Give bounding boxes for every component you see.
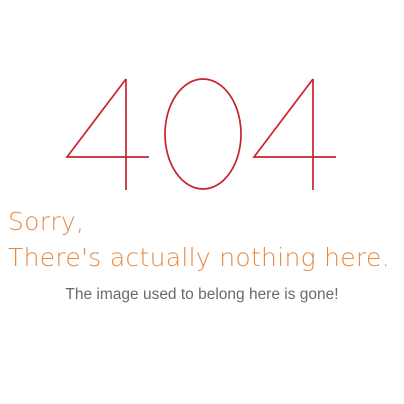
digit-zero — [164, 78, 242, 190]
nothing-here-line: There's actually nothing here. — [8, 243, 390, 272]
error-code-graphic — [65, 78, 336, 190]
sorry-line: Sorry, — [8, 207, 85, 236]
error-page: Sorry, There's actually nothing here. Th… — [0, 0, 404, 404]
digit-four-right — [252, 78, 336, 190]
image-gone-text: The image used to belong here is gone! — [65, 286, 339, 303]
digit-four-left — [65, 78, 149, 190]
sorry-message: Sorry, There's actually nothing here. — [8, 204, 390, 276]
error-code-404 — [0, 0, 404, 200]
